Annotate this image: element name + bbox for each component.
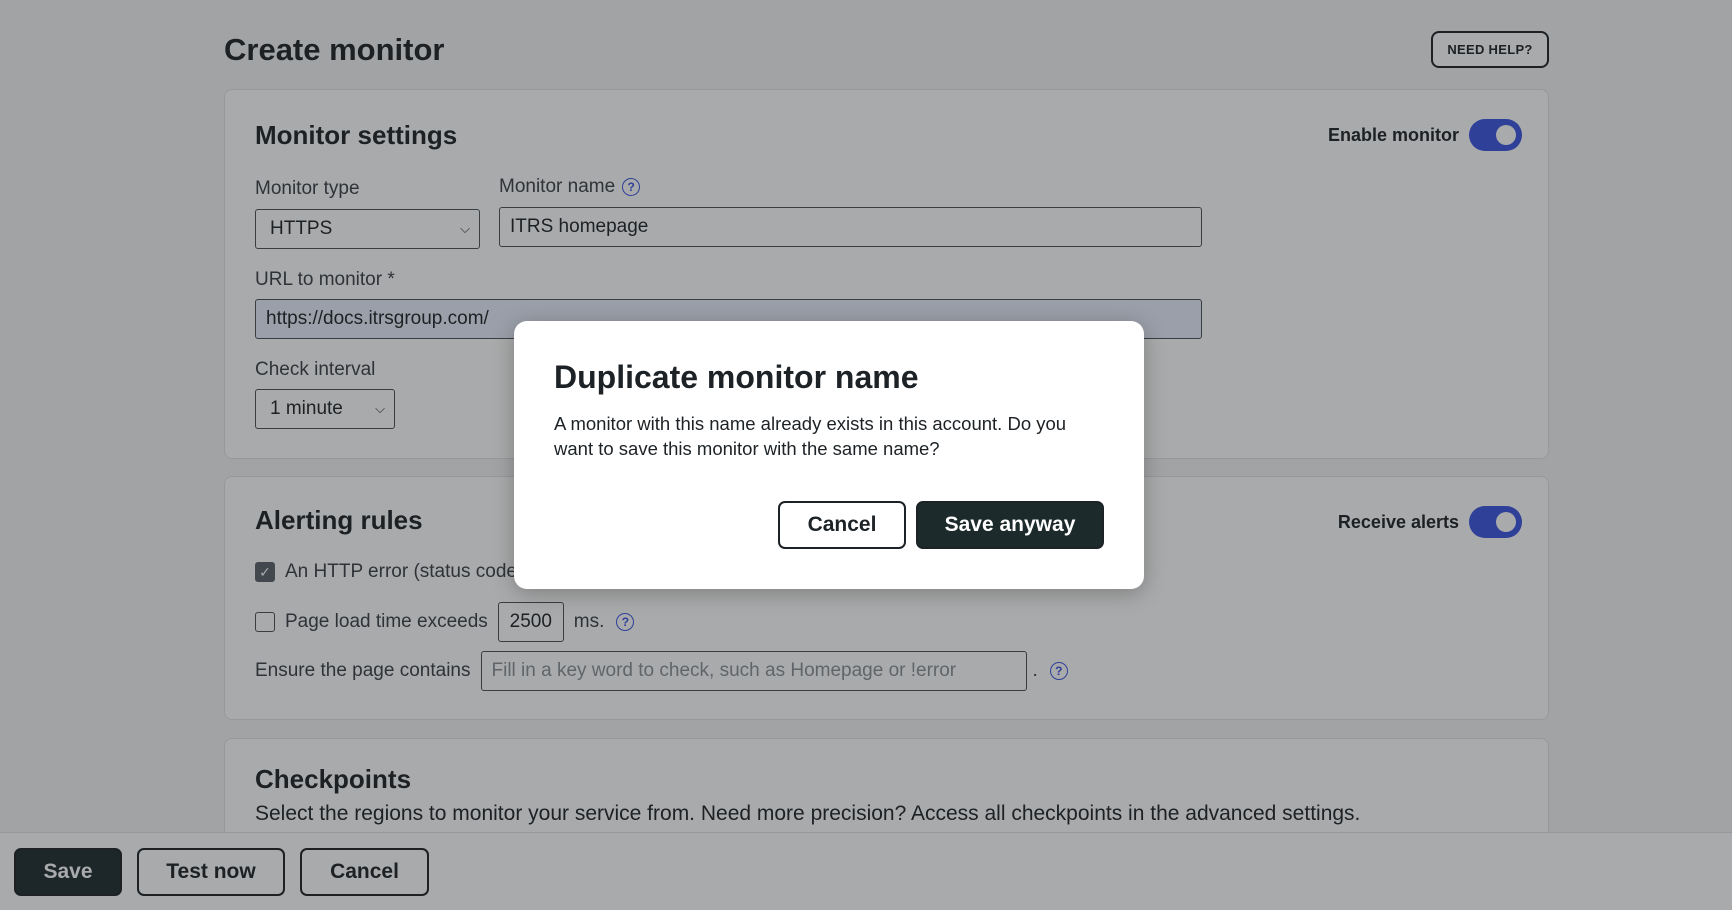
create-monitor-page: Create monitor NEED HELP? Monitor settin… (0, 0, 1732, 910)
dialog-cancel-button[interactable]: Cancel (778, 501, 906, 549)
dialog-title: Duplicate monitor name (554, 359, 919, 395)
save-anyway-button[interactable]: Save anyway (916, 501, 1104, 549)
dialog-message: A monitor with this name already exists … (554, 413, 1067, 459)
duplicate-name-dialog: Duplicate monitor name A monitor with th… (514, 321, 1144, 589)
